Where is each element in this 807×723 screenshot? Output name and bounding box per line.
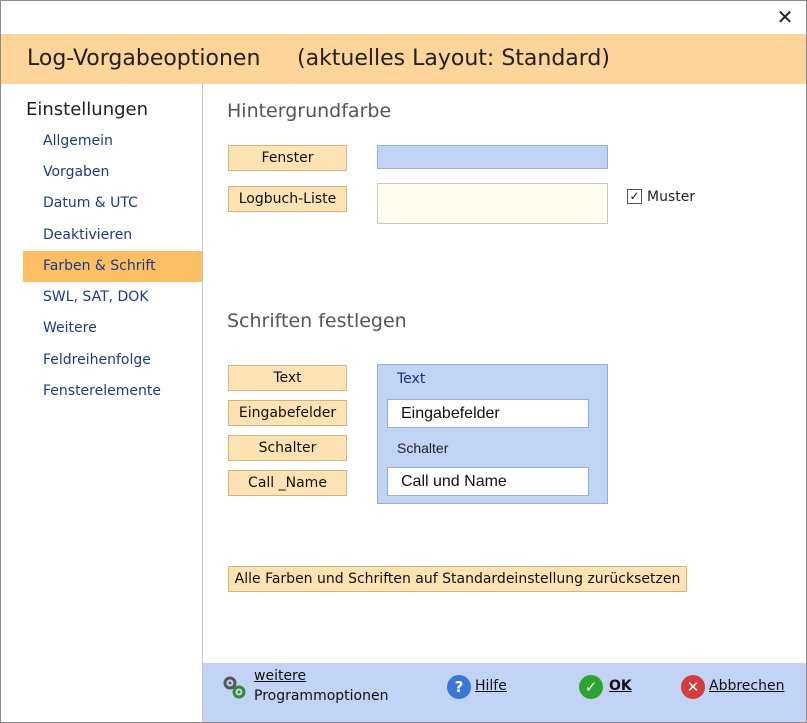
fenster-color-button[interactable]: Fenster bbox=[228, 145, 347, 171]
layout-label: (aktuelles Layout: Standard) bbox=[297, 46, 610, 71]
x-icon: ✕ bbox=[681, 675, 705, 699]
font-preview-panel: Text Eingabefelder Schalter Call und Nam… bbox=[377, 364, 608, 504]
preview-schalter: Schalter bbox=[397, 440, 449, 456]
gears-icon bbox=[223, 676, 246, 699]
sidebar-item-vorgaben[interactable]: Vorgaben bbox=[23, 157, 202, 188]
schalter-font-button[interactable]: Schalter bbox=[228, 435, 347, 461]
ok-label: OK bbox=[609, 678, 632, 694]
dialog-window: ✕ Log-Vorgabeoptionen (aktuelles Layout:… bbox=[0, 0, 807, 723]
text-font-button[interactable]: Text bbox=[228, 365, 347, 391]
more-options-line1: weitere bbox=[254, 668, 307, 684]
sidebar-item-feldreihenfolge[interactable]: Feldreihenfolge bbox=[23, 345, 202, 376]
muster-checkbox[interactable]: ✓ bbox=[627, 189, 642, 204]
logbuch-color-button[interactable]: Logbuch-Liste bbox=[228, 186, 347, 212]
call-name-font-button[interactable]: Call _Name bbox=[228, 470, 347, 496]
check-icon: ✓ bbox=[579, 675, 603, 699]
more-options-button[interactable]: weitere Programmoptionen bbox=[221, 668, 411, 714]
cancel-button[interactable]: ✕ Abbrechen bbox=[681, 675, 791, 701]
sidebar-heading: Einstellungen bbox=[26, 99, 149, 120]
footer-bar: weitere Programmoptionen ? Hilfe ✓ OK ✕ … bbox=[203, 663, 806, 722]
help-button[interactable]: ? Hilfe bbox=[447, 675, 527, 701]
sidebar-item-weitere[interactable]: Weitere bbox=[23, 313, 202, 344]
cancel-label: Abbrechen bbox=[709, 678, 785, 694]
sidebar-item-swl-sat-dok[interactable]: SWL, SAT, DOK bbox=[23, 282, 202, 313]
title-bar: Log-Vorgabeoptionen (aktuelles Layout: S… bbox=[1, 34, 806, 84]
fenster-color-swatch[interactable] bbox=[377, 145, 608, 169]
preview-call-field: Call und Name bbox=[387, 467, 589, 496]
question-icon: ? bbox=[447, 675, 471, 699]
muster-label[interactable]: Muster bbox=[647, 189, 695, 205]
ok-button[interactable]: ✓ OK bbox=[579, 675, 649, 701]
logbuch-color-swatch[interactable] bbox=[377, 183, 608, 224]
preview-text: Text bbox=[397, 371, 426, 387]
background-section-title: Hintergrundfarbe bbox=[227, 100, 392, 122]
dialog-title: Log-Vorgabeoptionen bbox=[27, 46, 261, 71]
more-options-line2: Programmoptionen bbox=[254, 688, 389, 704]
help-label: Hilfe bbox=[475, 678, 507, 694]
sidebar-item-farben-schrift[interactable]: Farben & Schrift bbox=[23, 251, 202, 282]
close-icon[interactable]: ✕ bbox=[772, 5, 798, 29]
reset-defaults-button[interactable]: Alle Farben und Schriften auf Standardei… bbox=[228, 566, 687, 592]
sidebar-item-deaktivieren[interactable]: Deaktivieren bbox=[23, 220, 202, 251]
preview-eingabe-field: Eingabefelder bbox=[387, 399, 589, 428]
eingabefelder-font-button[interactable]: Eingabefelder bbox=[228, 400, 347, 426]
sidebar-item-fensterelemente[interactable]: Fensterelemente bbox=[23, 376, 202, 407]
sidebar: Einstellungen Allgemein Vorgaben Datum &… bbox=[1, 84, 203, 722]
fonts-section-title: Schriften festlegen bbox=[227, 310, 407, 332]
sidebar-item-datum-utc[interactable]: Datum & UTC bbox=[23, 188, 202, 219]
sidebar-item-allgemein[interactable]: Allgemein bbox=[23, 126, 202, 157]
